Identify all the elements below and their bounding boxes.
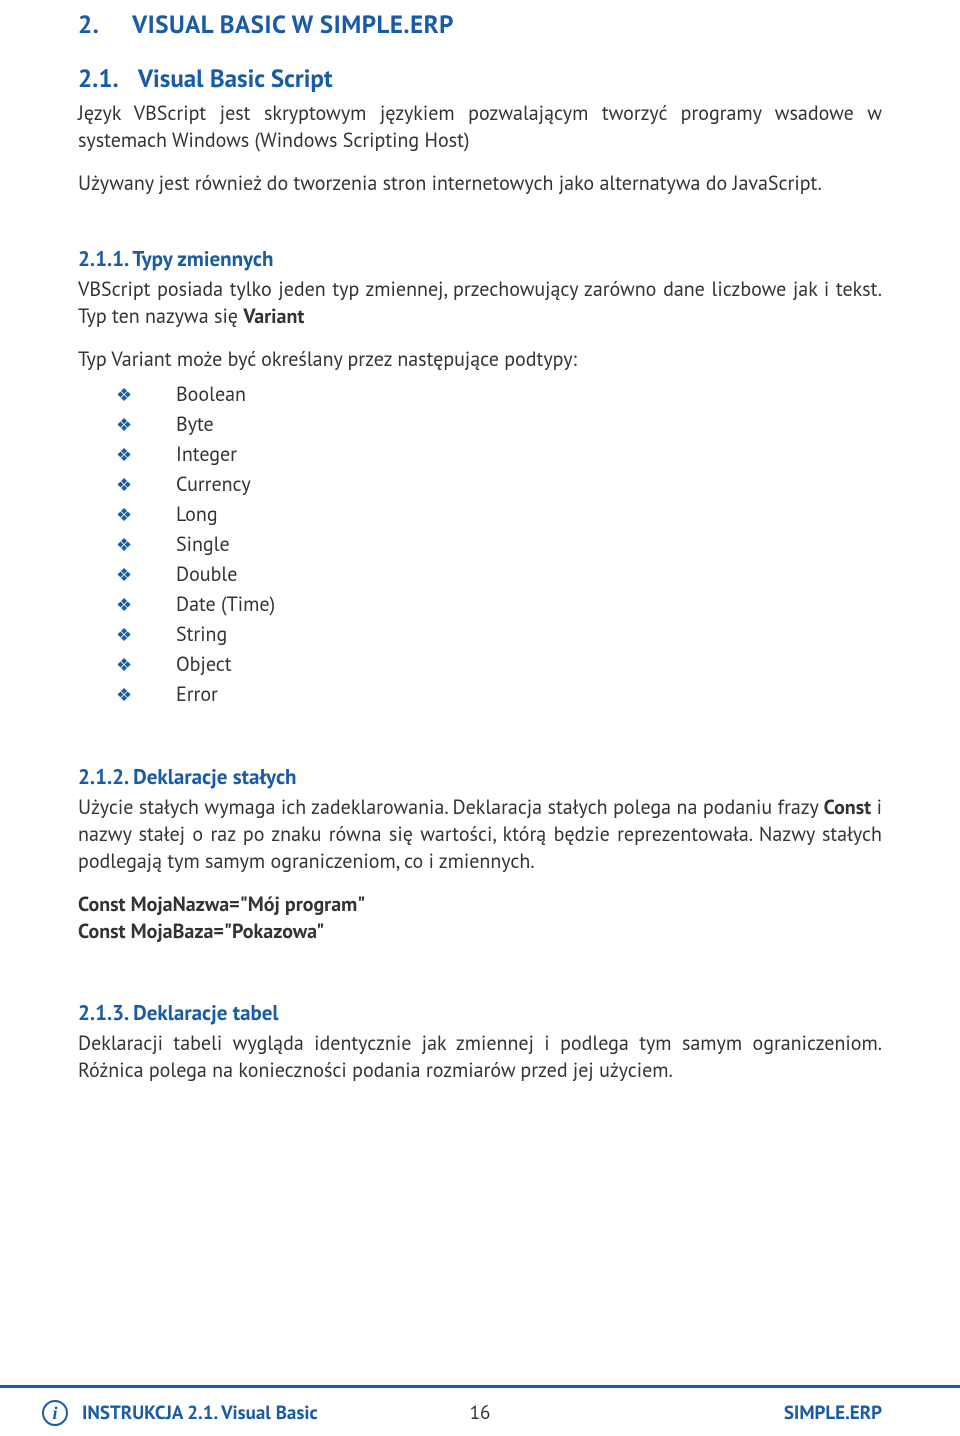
chapter-number: 2. bbox=[78, 8, 126, 40]
subtype-label: Integer bbox=[176, 439, 237, 469]
code-line-1: Const MojaNazwa="Mój program" bbox=[78, 891, 882, 918]
section-2-1-heading: 2.1.Visual Basic Script bbox=[78, 62, 882, 94]
list-item: ❖ Double bbox=[116, 559, 882, 589]
diamond-bullet-icon: ❖ bbox=[116, 501, 134, 528]
list-item: ❖ String bbox=[116, 619, 882, 649]
diamond-bullet-icon: ❖ bbox=[116, 651, 134, 678]
s212-p1-a: Użycie stałych wymaga ich zadeklarowania… bbox=[78, 794, 824, 820]
subtype-label: Object bbox=[176, 649, 232, 679]
footer-right-text: SIMPLE.ERP bbox=[784, 1401, 882, 1425]
section-2-1-title: Visual Basic Script bbox=[138, 62, 333, 94]
variant-keyword: Variant bbox=[243, 303, 304, 329]
const-keyword: Const bbox=[824, 794, 872, 820]
footer-left-text: INSTRUKCJA 2.1. Visual Basic bbox=[82, 1401, 318, 1425]
list-item: ❖ Error bbox=[116, 679, 882, 709]
list-item: ❖ Byte bbox=[116, 409, 882, 439]
section-2-1-2-paragraph-1: Użycie stałych wymaga ich zadeklarowania… bbox=[78, 794, 882, 875]
section-2-1-3-paragraph-1: Deklaracji tabeli wygląda identycznie ja… bbox=[78, 1030, 882, 1084]
diamond-bullet-icon: ❖ bbox=[116, 471, 134, 498]
chapter-heading: 2. VISUAL BASIC W SIMPLE.ERP bbox=[78, 8, 882, 40]
section-2-1-3-title: Deklaracje tabel bbox=[133, 999, 279, 1026]
section-2-1-3-number: 2.1.3. bbox=[78, 999, 128, 1026]
diamond-bullet-icon: ❖ bbox=[116, 681, 134, 708]
section-2-1-number: 2.1. bbox=[78, 62, 138, 94]
section-2-1-paragraph-1: Język VBScript jest skryptowym językiem … bbox=[78, 100, 882, 154]
section-2-1-3-heading: 2.1.3. Deklaracje tabel bbox=[78, 999, 882, 1026]
section-2-1-1-paragraph-1: VBScript posiada tylko jeden typ zmienne… bbox=[78, 276, 882, 330]
chapter-title: VISUAL BASIC W SIMPLE.ERP bbox=[132, 8, 454, 40]
page-footer: i INSTRUKCJA 2.1. Visual Basic 16 SIMPLE… bbox=[0, 1385, 960, 1436]
section-2-1-1-p1-text: VBScript posiada tylko jeden typ zmienne… bbox=[78, 276, 882, 329]
section-2-1-1-heading: 2.1.1. Typy zmiennych bbox=[78, 245, 882, 272]
section-2-1-1-title: Typy zmiennych bbox=[132, 245, 273, 272]
list-item: ❖ Date (Time) bbox=[116, 589, 882, 619]
subtype-label: Date (Time) bbox=[176, 589, 275, 619]
subtype-label: Long bbox=[176, 499, 218, 529]
section-2-1-1-number: 2.1.1. bbox=[78, 245, 128, 272]
diamond-bullet-icon: ❖ bbox=[116, 591, 134, 618]
subtype-list: ❖Boolean ❖Byte ❖Integer ❖Currency ❖Long … bbox=[116, 379, 882, 709]
list-item: ❖ Currency bbox=[116, 469, 882, 499]
info-icon: i bbox=[42, 1400, 68, 1426]
section-2-1-paragraph-2: Używany jest również do tworzenia stron … bbox=[78, 170, 882, 197]
diamond-bullet-icon: ❖ bbox=[116, 381, 134, 408]
diamond-bullet-icon: ❖ bbox=[116, 561, 134, 588]
list-item: ❖ Long bbox=[116, 499, 882, 529]
list-item: ❖ Integer bbox=[116, 439, 882, 469]
section-2-1-1-paragraph-2: Typ Variant może być określany przez nas… bbox=[78, 346, 882, 373]
subtype-label: Boolean bbox=[176, 379, 246, 409]
diamond-bullet-icon: ❖ bbox=[116, 441, 134, 468]
subtype-label: Error bbox=[176, 679, 218, 709]
list-item: ❖ Single bbox=[116, 529, 882, 559]
diamond-bullet-icon: ❖ bbox=[116, 621, 134, 648]
code-line-2: Const MojaBaza="Pokazowa" bbox=[78, 918, 882, 945]
subtype-label: Currency bbox=[176, 469, 251, 499]
section-2-1-2-heading: 2.1.2. Deklaracje stałych bbox=[78, 763, 882, 790]
diamond-bullet-icon: ❖ bbox=[116, 411, 134, 438]
subtype-label: Single bbox=[176, 529, 230, 559]
subtype-label: Double bbox=[176, 559, 237, 589]
list-item: ❖ Object bbox=[116, 649, 882, 679]
subtype-label: String bbox=[176, 619, 227, 649]
section-2-1-2-title: Deklaracje stałych bbox=[133, 763, 296, 790]
section-2-1-2-number: 2.1.2. bbox=[78, 763, 128, 790]
diamond-bullet-icon: ❖ bbox=[116, 531, 134, 558]
subtype-label: Byte bbox=[176, 409, 214, 439]
const-example-block: Const MojaNazwa="Mój program" Const Moja… bbox=[78, 891, 882, 945]
page-number: 16 bbox=[470, 1401, 491, 1425]
list-item: ❖ Boolean bbox=[116, 379, 882, 409]
